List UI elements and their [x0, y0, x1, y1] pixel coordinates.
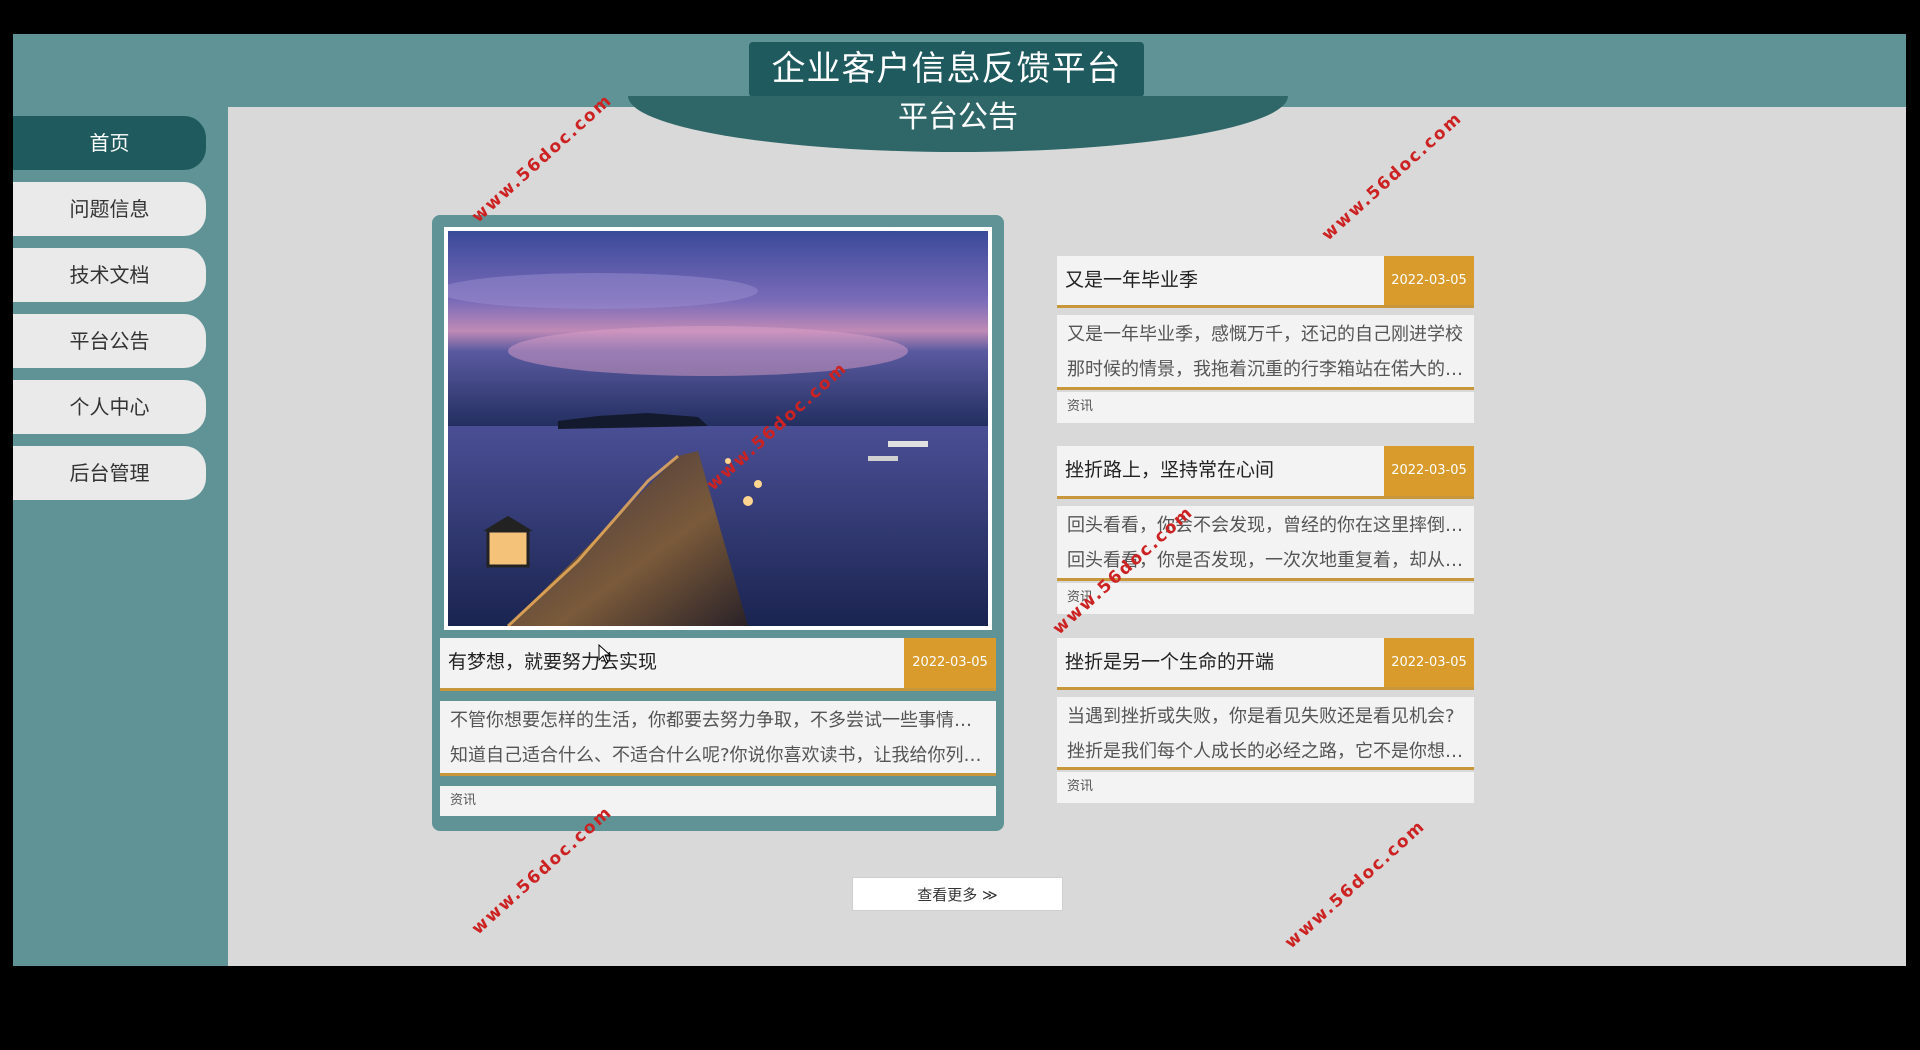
watermark: www.56doc.com: [1318, 108, 1467, 245]
site-title: 企业客户信息反馈平台: [749, 42, 1144, 97]
news-title[interactable]: 挫折是另一个生命的开端: [1065, 638, 1274, 686]
featured-tag: 资讯: [440, 786, 996, 816]
news-title-row[interactable]: 又是一年毕业季 2022-03-05: [1057, 256, 1474, 306]
app-window: 企业客户信息反馈平台 首页 问题信息 技术文档 平台公告 个人中心 后台管理 平…: [13, 34, 1906, 966]
double-chevron-right-icon: ≫: [977, 886, 998, 904]
watermark: www.56doc.com: [468, 90, 617, 227]
sidebar: 首页 问题信息 技术文档 平台公告 个人中心 后台管理: [13, 107, 228, 966]
sidebar-item-announcements[interactable]: 平台公告: [13, 314, 206, 368]
mouse-cursor-icon: [598, 644, 612, 664]
watermark: www.56doc.com: [1281, 816, 1430, 953]
news-title-row[interactable]: 挫折是另一个生命的开端 2022-03-05: [1057, 638, 1474, 688]
sidebar-item-docs[interactable]: 技术文档: [13, 248, 206, 302]
news-date-badge: 2022-03-05: [1384, 446, 1474, 496]
featured-desc: 不管你想要怎样的生活，你都要去努力争取，不多尝试一些事情怎么 知道自己适合什么、…: [440, 701, 996, 773]
news-desc-line2: 那时候的情景，我拖着沉重的行李箱站在偌大的…: [1067, 359, 1463, 380]
section-title: 平台公告: [628, 96, 1288, 152]
news-desc: 又是一年毕业季，感慨万千，还记的自己刚进学校 那时候的情景，我拖着沉重的行李箱站…: [1057, 315, 1474, 387]
divider: [1057, 305, 1474, 308]
news-tag: 资讯: [1057, 772, 1474, 803]
sidebar-item-home[interactable]: 首页: [13, 116, 206, 170]
featured-desc-line2: 知道自己适合什么、不适合什么呢?你说你喜欢读书，让我给你列…: [450, 745, 982, 766]
news-title[interactable]: 又是一年毕业季: [1065, 256, 1198, 304]
featured-title[interactable]: 有梦想，就要努力去实现: [448, 638, 657, 686]
view-more-label: 查看更多: [917, 886, 978, 904]
divider: [440, 688, 996, 691]
featured-image[interactable]: [444, 227, 992, 630]
view-more-button[interactable]: 查看更多 ≫: [852, 877, 1063, 911]
news-tag: 资讯: [1057, 392, 1474, 423]
news-date-badge: 2022-03-05: [1384, 256, 1474, 306]
news-title[interactable]: 挫折路上，坚持常在心间: [1065, 446, 1274, 494]
divider: [440, 773, 996, 776]
pier-sunset-image: [448, 231, 988, 626]
featured-title-row[interactable]: 有梦想，就要努力去实现 2022-03-05: [440, 638, 996, 688]
featured-news-card[interactable]: 有梦想，就要努力去实现 2022-03-05 不管你想要怎样的生活，你都要去努力…: [432, 215, 1004, 831]
featured-date-badge: 2022-03-05: [904, 638, 996, 688]
featured-desc-line1: 不管你想要怎样的生活，你都要去努力争取，不多尝试一些事情怎么: [450, 710, 986, 731]
news-desc-line1: 又是一年毕业季，感慨万千，还记的自己刚进学校: [1067, 324, 1463, 345]
news-desc: 当遇到挫折或失败，你是看见失败还是看见机会? 挫折是我们每个人成长的必经之路，它…: [1057, 697, 1474, 769]
news-title-row[interactable]: 挫折路上，坚持常在心间 2022-03-05: [1057, 446, 1474, 496]
sidebar-item-issues[interactable]: 问题信息: [13, 182, 206, 236]
news-date-badge: 2022-03-05: [1384, 638, 1474, 688]
divider: [1057, 687, 1474, 690]
news-desc-line2: 挫折是我们每个人成长的必经之路，它不是你想…: [1067, 741, 1463, 762]
sidebar-item-admin[interactable]: 后台管理: [13, 446, 206, 500]
divider: [1057, 767, 1474, 770]
news-tag: 资讯: [1057, 583, 1474, 614]
sidebar-item-profile[interactable]: 个人中心: [13, 380, 206, 434]
news-desc-line1: 回头看看，你会不会发现，曾经的你在这里摔倒过;: [1067, 515, 1464, 536]
divider: [1057, 387, 1474, 390]
divider: [1057, 496, 1474, 499]
news-desc-line1: 当遇到挫折或失败，你是看见失败还是看见机会?: [1067, 706, 1455, 727]
